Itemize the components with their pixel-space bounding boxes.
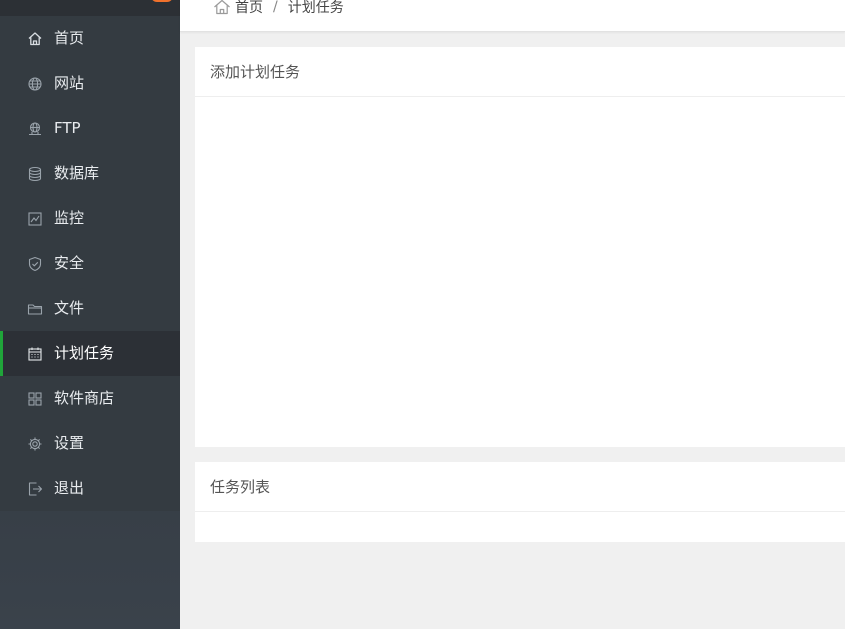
sidebar-header — [0, 0, 180, 16]
sidebar-item-files[interactable]: 文件 — [0, 286, 180, 331]
folder-icon — [27, 301, 43, 317]
monitor-icon — [27, 211, 43, 227]
notification-badge[interactable] — [151, 0, 173, 2]
ftp-icon — [27, 121, 43, 137]
sidebar-item-database[interactable]: 数据库 — [0, 151, 180, 196]
top-bar: 首页 / 计划任务 — [180, 0, 845, 32]
breadcrumb-separator: / — [273, 0, 278, 15]
database-icon — [27, 166, 43, 182]
sidebar-item-settings[interactable]: 设置 — [0, 421, 180, 466]
breadcrumb-home[interactable]: 首页 — [235, 0, 263, 17]
sidebar-item-website[interactable]: 网站 — [0, 61, 180, 106]
globe-icon — [27, 76, 43, 92]
home-icon[interactable] — [213, 0, 231, 15]
sidebar-item-logout[interactable]: 退出 — [0, 466, 180, 511]
sidebar-item-label: 软件商店 — [54, 389, 115, 407]
calendar-icon — [27, 346, 43, 362]
logout-icon — [27, 481, 43, 497]
sidebar-item-monitor[interactable]: 监控 — [0, 196, 180, 241]
sidebar-item-label: 数据库 — [54, 164, 100, 182]
breadcrumb: 首页 / 计划任务 — [213, 0, 344, 17]
task-list-panel: 任务列表 — [195, 462, 845, 542]
sidebar-item-store[interactable]: 软件商店 — [0, 376, 180, 421]
home-icon — [27, 31, 43, 47]
grid-icon — [27, 391, 43, 407]
sidebar-item-cron[interactable]: 计划任务 — [0, 331, 180, 376]
sidebar: 首页 网站 FTP 数据库 监控 安全 文件 计划任务 软件商店 设置 退出 — [0, 0, 180, 629]
sidebar-item-home[interactable]: 首页 — [0, 16, 180, 61]
sidebar-item-security[interactable]: 安全 — [0, 241, 180, 286]
sidebar-item-label: 监控 — [54, 209, 85, 227]
sidebar-item-label: 安全 — [54, 254, 85, 272]
sidebar-item-label: 设置 — [54, 434, 85, 452]
sidebar-item-label: FTP — [54, 119, 81, 137]
sidebar-item-label: 退出 — [54, 479, 85, 497]
sidebar-item-label: 首页 — [54, 29, 85, 47]
gear-icon — [27, 436, 43, 452]
shield-icon — [27, 256, 43, 272]
sidebar-item-label: 网站 — [54, 74, 85, 92]
breadcrumb-current: 计划任务 — [287, 0, 344, 16]
add-task-panel: 添加计划任务 — [195, 47, 845, 447]
sidebar-item-ftp[interactable]: FTP — [0, 106, 180, 151]
task-list-panel-title: 任务列表 — [195, 462, 845, 512]
sidebar-item-label: 文件 — [54, 299, 85, 317]
sidebar-menu: 首页 网站 FTP 数据库 监控 安全 文件 计划任务 软件商店 设置 退出 — [0, 16, 180, 511]
add-task-panel-title: 添加计划任务 — [195, 47, 845, 97]
sidebar-item-label: 计划任务 — [54, 344, 115, 362]
